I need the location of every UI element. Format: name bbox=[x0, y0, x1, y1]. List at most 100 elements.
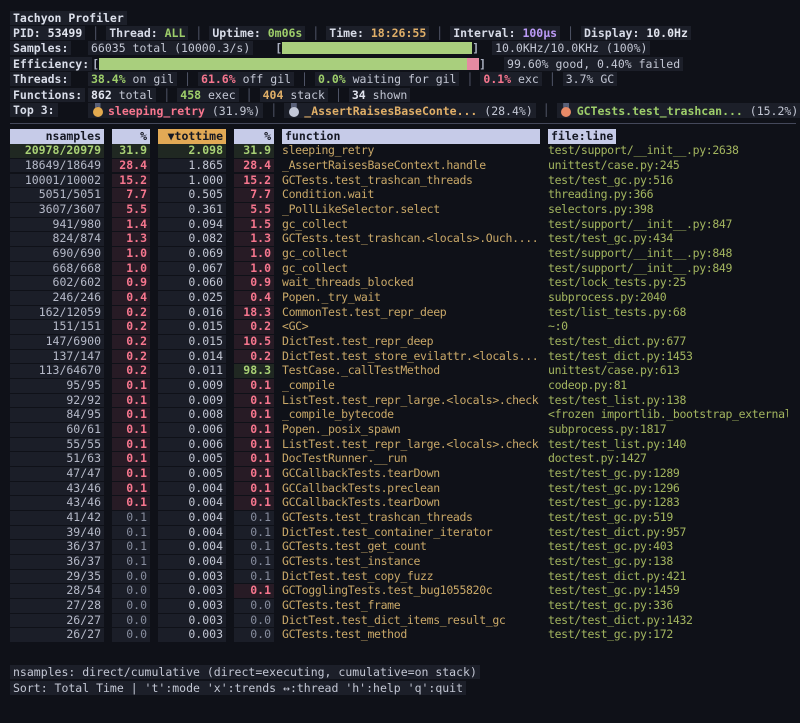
row-13-tt[interactable]: 0.015 bbox=[158, 320, 226, 334]
row-23-p2[interactable]: 0.1 bbox=[234, 467, 274, 481]
row-2-p1[interactable]: 28.4 bbox=[112, 159, 150, 173]
row-5-fl[interactable]: selectors.py:398 bbox=[548, 203, 788, 217]
row-3-tt[interactable]: 1.000 bbox=[158, 174, 226, 188]
row-27-fn[interactable]: DictTest.test_container_iterator bbox=[282, 526, 540, 540]
row-34-p2[interactable]: 0.0 bbox=[234, 628, 274, 642]
column-header-nsamples[interactable]: nsamples bbox=[10, 129, 104, 144]
row-27-p1[interactable]: 0.1 bbox=[112, 526, 150, 540]
row-9-p1[interactable]: 1.0 bbox=[112, 262, 150, 276]
row-22-fn[interactable]: DocTestRunner.__run bbox=[282, 452, 540, 466]
row-14-fn[interactable]: DictTest.test_repr_deep bbox=[282, 335, 540, 349]
row-1-tt[interactable]: 2.098 bbox=[158, 144, 226, 158]
row-16-tt[interactable]: 0.011 bbox=[158, 364, 226, 378]
row-6-fn[interactable]: gc_collect bbox=[282, 218, 540, 232]
row-32-p1[interactable]: 0.0 bbox=[112, 599, 150, 613]
row-26-fl[interactable]: test/test_gc.py:519 bbox=[548, 511, 788, 525]
row-24-fl[interactable]: test/test_gc.py:1296 bbox=[548, 482, 788, 496]
row-6-ns[interactable]: 941/980 bbox=[10, 218, 104, 232]
row-8-p1[interactable]: 1.0 bbox=[112, 247, 150, 261]
row-10-fl[interactable]: test/lock_tests.py:25 bbox=[548, 276, 788, 290]
row-8-fn[interactable]: gc_collect bbox=[282, 247, 540, 261]
row-25-p1[interactable]: 0.1 bbox=[112, 496, 150, 510]
row-2-tt[interactable]: 1.865 bbox=[158, 159, 226, 173]
row-10-p1[interactable]: 0.9 bbox=[112, 276, 150, 290]
row-22-p1[interactable]: 0.1 bbox=[112, 452, 150, 466]
row-30-p2[interactable]: 0.1 bbox=[234, 570, 274, 584]
row-15-fn[interactable]: DictTest.test_store_evilattr.<locals... bbox=[282, 350, 540, 364]
row-31-p1[interactable]: 0.0 bbox=[112, 584, 150, 598]
row-20-fl[interactable]: subprocess.py:1817 bbox=[548, 423, 788, 437]
row-32-ns[interactable]: 27/28 bbox=[10, 599, 104, 613]
row-6-tt[interactable]: 0.094 bbox=[158, 218, 226, 232]
row-11-ns[interactable]: 246/246 bbox=[10, 291, 104, 305]
row-12-fl[interactable]: test/list_tests.py:68 bbox=[548, 306, 788, 320]
row-8-tt[interactable]: 0.069 bbox=[158, 247, 226, 261]
row-12-p2[interactable]: 18.3 bbox=[234, 306, 274, 320]
row-9-tt[interactable]: 0.067 bbox=[158, 262, 226, 276]
row-25-ns[interactable]: 43/46 bbox=[10, 496, 104, 510]
row-9-fn[interactable]: gc_collect bbox=[282, 262, 540, 276]
row-14-p2[interactable]: 10.5 bbox=[234, 335, 274, 349]
column-header-file-line[interactable]: file:line bbox=[548, 129, 788, 144]
row-17-p2[interactable]: 0.1 bbox=[234, 379, 274, 393]
row-1-fl[interactable]: test/support/__init__.py:2638 bbox=[548, 144, 788, 158]
row-33-tt[interactable]: 0.003 bbox=[158, 614, 226, 628]
row-19-tt[interactable]: 0.008 bbox=[158, 408, 226, 422]
row-2-p2[interactable]: 28.4 bbox=[234, 159, 274, 173]
row-8-p2[interactable]: 1.0 bbox=[234, 247, 274, 261]
row-12-tt[interactable]: 0.016 bbox=[158, 306, 226, 320]
row-28-p1[interactable]: 0.1 bbox=[112, 540, 150, 554]
row-19-ns[interactable]: 84/95 bbox=[10, 408, 104, 422]
row-13-ns[interactable]: 151/151 bbox=[10, 320, 104, 334]
row-24-p1[interactable]: 0.1 bbox=[112, 482, 150, 496]
row-4-tt[interactable]: 0.505 bbox=[158, 188, 226, 202]
row-16-fn[interactable]: TestCase._callTestMethod bbox=[282, 364, 540, 378]
row-25-tt[interactable]: 0.004 bbox=[158, 496, 226, 510]
row-30-fn[interactable]: DictTest.test_copy_fuzz bbox=[282, 570, 540, 584]
row-27-ns[interactable]: 39/40 bbox=[10, 526, 104, 540]
row-18-tt[interactable]: 0.009 bbox=[158, 394, 226, 408]
row-20-tt[interactable]: 0.006 bbox=[158, 423, 226, 437]
thread-field[interactable]: Thread: ALL bbox=[106, 26, 188, 40]
row-7-tt[interactable]: 0.082 bbox=[158, 232, 226, 246]
row-24-ns[interactable]: 43/46 bbox=[10, 482, 104, 496]
row-7-p2[interactable]: 1.3 bbox=[234, 232, 274, 246]
row-24-p2[interactable]: 0.1 bbox=[234, 482, 274, 496]
row-34-p1[interactable]: 0.0 bbox=[112, 628, 150, 642]
row-13-p2[interactable]: 0.2 bbox=[234, 320, 274, 334]
row-2-ns[interactable]: 18649/18649 bbox=[10, 159, 104, 173]
row-11-fl[interactable]: subprocess.py:2040 bbox=[548, 291, 788, 305]
row-4-p2[interactable]: 7.7 bbox=[234, 188, 274, 202]
row-31-fl[interactable]: test/test_gc.py:1459 bbox=[548, 584, 788, 598]
row-31-tt[interactable]: 0.003 bbox=[158, 584, 226, 598]
row-2-fn[interactable]: _AssertRaisesBaseContext.handle bbox=[282, 159, 540, 173]
row-7-fl[interactable]: test/test_gc.py:434 bbox=[548, 232, 788, 246]
row-14-tt[interactable]: 0.015 bbox=[158, 335, 226, 349]
row-28-fl[interactable]: test/test_gc.py:403 bbox=[548, 540, 788, 554]
row-15-fl[interactable]: test/test_dict.py:1453 bbox=[548, 350, 788, 364]
row-10-ns[interactable]: 602/602 bbox=[10, 276, 104, 290]
row-28-tt[interactable]: 0.004 bbox=[158, 540, 226, 554]
row-3-p1[interactable]: 15.2 bbox=[112, 174, 150, 188]
row-33-fn[interactable]: DictTest.test_dict_items_result_gc bbox=[282, 614, 540, 628]
row-4-fn[interactable]: Condition.wait bbox=[282, 188, 540, 202]
row-5-p2[interactable]: 5.5 bbox=[234, 203, 274, 217]
column-header-function[interactable]: function bbox=[282, 129, 540, 144]
row-9-ns[interactable]: 668/668 bbox=[10, 262, 104, 276]
row-29-fn[interactable]: GCTests.test_instance bbox=[282, 555, 540, 569]
row-32-p2[interactable]: 0.0 bbox=[234, 599, 274, 613]
row-26-p1[interactable]: 0.1 bbox=[112, 511, 150, 525]
row-31-ns[interactable]: 28/54 bbox=[10, 584, 104, 598]
row-5-fn[interactable]: _PollLikeSelector.select bbox=[282, 203, 540, 217]
row-8-fl[interactable]: test/support/__init__.py:848 bbox=[548, 247, 788, 261]
row-18-p1[interactable]: 0.1 bbox=[112, 394, 150, 408]
row-5-ns[interactable]: 3607/3607 bbox=[10, 203, 104, 217]
row-26-p2[interactable]: 0.1 bbox=[234, 511, 274, 525]
row-17-p1[interactable]: 0.1 bbox=[112, 379, 150, 393]
row-21-fn[interactable]: ListTest.test_repr_large.<locals>.check bbox=[282, 438, 540, 452]
row-20-p1[interactable]: 0.1 bbox=[112, 423, 150, 437]
row-15-tt[interactable]: 0.014 bbox=[158, 350, 226, 364]
row-32-fl[interactable]: test/test_gc.py:336 bbox=[548, 599, 788, 613]
row-12-ns[interactable]: 162/12059 bbox=[10, 306, 104, 320]
row-6-fl[interactable]: test/support/__init__.py:847 bbox=[548, 218, 788, 232]
